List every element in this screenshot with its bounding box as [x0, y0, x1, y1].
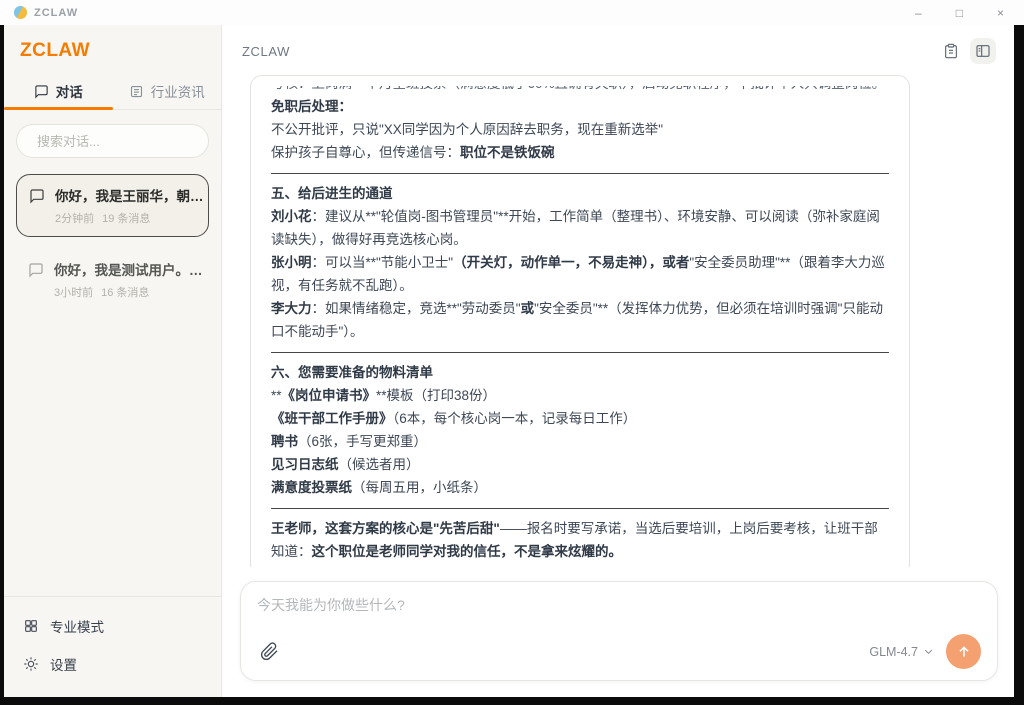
maximize-button[interactable]: □: [956, 7, 963, 19]
copy-transcript-button[interactable]: [938, 38, 964, 64]
pro-mode-label: 专业模式: [50, 616, 104, 636]
app-logo-icon: [14, 6, 27, 19]
conversation-list: 你好，我是王丽华，朝阳区... 2分钟前 19 条消息 你好，我是测试用户。请确…: [16, 174, 209, 310]
minimize-button[interactable]: –: [915, 7, 922, 19]
conversation-item[interactable]: 你好，我是测试用户。请确... 3小时前 16 条消息: [16, 249, 209, 310]
conversation-meta: 2分钟前 19 条消息: [55, 210, 205, 226]
chevron-down-icon: [923, 646, 934, 657]
os-title-bar: ZCLAW – □ ×: [0, 0, 1024, 25]
message-line: 需要我帮您：: [271, 563, 889, 567]
conversation-count: 16 条消息: [101, 284, 149, 300]
close-button[interactable]: ×: [997, 7, 1004, 19]
tab-conversations-label: 对话: [56, 81, 83, 101]
message-line: 免职后处理：: [271, 95, 889, 118]
pro-mode-button[interactable]: 专业模式: [10, 607, 215, 645]
chat-bubble-icon: [29, 188, 45, 204]
paperclip-icon: [260, 642, 279, 661]
arrow-up-icon: [956, 644, 972, 660]
send-button[interactable]: [946, 634, 981, 669]
conversation-count: 19 条消息: [102, 210, 150, 226]
chat-header: ZCLAW: [222, 25, 1014, 72]
window-title: ZCLAW: [34, 7, 78, 19]
conversation-title: 你好，我是王丽华，朝阳区...: [55, 185, 205, 205]
search-box[interactable]: [16, 124, 209, 158]
app-window: ZCLAW 对话 行业资讯 你好，我是王丽华，朝阳区...: [4, 25, 1014, 697]
message-line: 刘小花：建议从**"轮值岗-图书管理员"**开始，工作简单（整理书）、环境安静、…: [271, 205, 889, 251]
model-selector[interactable]: GLM-4.7: [869, 645, 934, 659]
news-icon: [129, 84, 144, 99]
message-line-clipped: 考核：上岗满一个月全班投票（满意度低于60%且确有失职），启动免职程序，不批评个…: [271, 86, 889, 95]
message-divider: [271, 173, 889, 174]
message-line: 王老师，这套方案的核心是"先苦后甜"——报名时要写承诺，当选后要培训，上岗后要考…: [271, 517, 889, 563]
tab-industry-news[interactable]: 行业资讯: [113, 73, 222, 109]
model-name: GLM-4.7: [869, 645, 918, 659]
sidebar-panel-icon: [975, 43, 991, 59]
message-line: 见习日志纸（候选者用）: [271, 453, 889, 476]
message-divider: [271, 508, 889, 509]
message-input[interactable]: [257, 595, 981, 634]
message-divider: [271, 352, 889, 353]
conversation-meta: 3小时前 16 条消息: [54, 284, 204, 300]
message-line: 五、给后进生的通道: [271, 182, 889, 205]
conversation-time: 2分钟前: [55, 210, 94, 226]
messages-scroll-area[interactable]: 考核：上岗满一个月全班投票（满意度低于60%且确有失职），启动免职程序，不批评个…: [222, 72, 1014, 567]
chat-header-title: ZCLAW: [242, 44, 290, 59]
message-line: 聘书（6张，手写更郑重）: [271, 430, 889, 453]
brand-logo: ZCLAW: [4, 25, 221, 73]
conversation-time: 3小时前: [54, 284, 93, 300]
sidebar-footer: 专业模式 设置: [4, 597, 221, 697]
chat-main: ZCLAW 考核：上岗满一个月全班投票（满意度低于60%且确有失职），启动免职程…: [222, 25, 1014, 697]
tab-conversations[interactable]: 对话: [4, 73, 113, 109]
search-area: [16, 124, 209, 158]
gear-icon: [23, 656, 39, 672]
clipboard-icon: [943, 43, 959, 59]
tab-industry-news-label: 行业资讯: [151, 81, 205, 101]
toggle-panel-button[interactable]: [970, 38, 996, 64]
message-line: 满意度投票纸（每周五用，小纸条）: [271, 476, 889, 499]
message-line: 《班干部工作手册》（6本，每个核心岗一本，记录每日工作）: [271, 407, 889, 430]
grid-icon: [23, 618, 39, 634]
sidebar: ZCLAW 对话 行业资讯 你好，我是王丽华，朝阳区...: [4, 25, 222, 697]
settings-button[interactable]: 设置: [10, 645, 215, 683]
message-line: 保护孩子自尊心，但传递信号：职位不是铁饭碗: [271, 141, 889, 164]
message-line: **《岗位申请书》**模板（打印38份）: [271, 384, 889, 407]
assistant-message-card: 考核：上岗满一个月全班投票（满意度低于60%且确有失职），启动免职程序，不批评个…: [250, 75, 910, 567]
composer: GLM-4.7: [240, 581, 998, 681]
chat-bubble-icon: [28, 262, 44, 278]
search-input[interactable]: [37, 134, 213, 149]
settings-label: 设置: [50, 654, 77, 674]
message-line: 六、您需要准备的物料清单: [271, 361, 889, 384]
chat-bubble-icon: [34, 84, 49, 99]
message-line: 不公开批评，只说"XX同学因为个人原因辞去职务，现在重新选举": [271, 118, 889, 141]
message-line: 李大力：如果情绪稳定，竞选**"劳动委员"或"安全委员"**（发挥体力优势，但必…: [271, 297, 889, 343]
attach-file-button[interactable]: [257, 640, 281, 664]
window-controls: – □ ×: [915, 7, 1010, 19]
conversation-title: 你好，我是测试用户。请确...: [54, 259, 204, 279]
conversation-item-active[interactable]: 你好，我是王丽华，朝阳区... 2分钟前 19 条消息: [16, 174, 209, 237]
message-line: 张小明：可以当**"节能小卫士"（开关灯，动作单一，不易走神），或者"安全委员助…: [271, 251, 889, 297]
sidebar-tabs: 对话 行业资讯: [4, 73, 221, 110]
